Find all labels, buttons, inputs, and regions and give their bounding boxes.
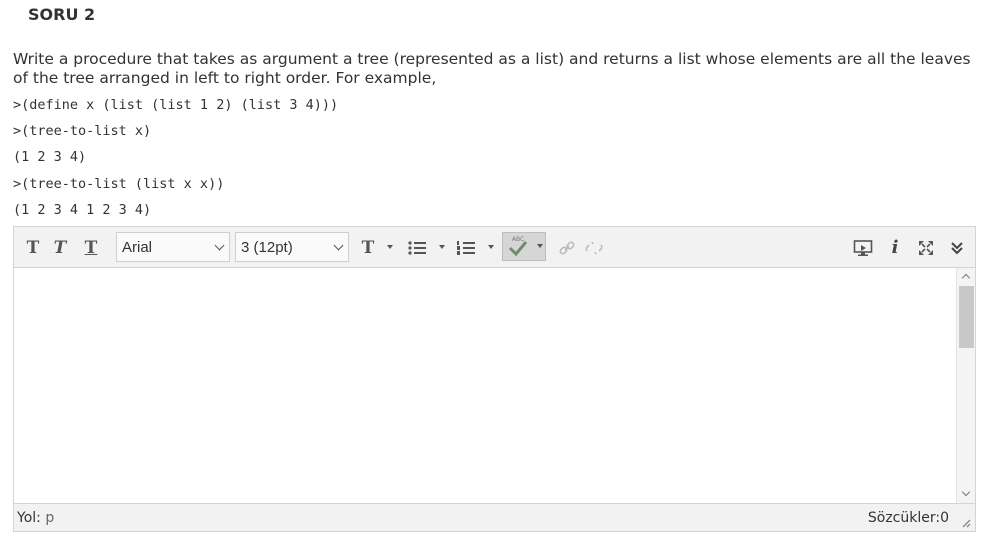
- question-title: SORU 2: [28, 5, 96, 24]
- dropdown-arrow-icon[interactable]: [439, 245, 445, 249]
- scroll-down-icon[interactable]: [961, 487, 971, 497]
- expand-toolbar-icon[interactable]: [946, 234, 968, 261]
- editor-statusbar: Yol: p Sözcükler:0: [14, 503, 975, 531]
- numbered-list-icon[interactable]: [454, 234, 478, 261]
- info-icon[interactable]: i: [885, 234, 905, 261]
- dropdown-arrow-icon[interactable]: [488, 245, 494, 249]
- link-icon[interactable]: [556, 234, 578, 261]
- spellcheck-button[interactable]: ABC: [502, 232, 546, 261]
- spellcheck-icon: ABC: [508, 236, 528, 257]
- code-line: >(tree-to-list x): [13, 123, 152, 139]
- fullscreen-icon[interactable]: [915, 234, 937, 261]
- word-count: Sözcükler:0: [867, 510, 949, 526]
- spellcheck-label: ABC: [512, 236, 524, 243]
- scroll-up-icon[interactable]: [961, 273, 971, 283]
- rich-text-editor: T T T Arial 3 (12pt) T ABC i Yol: p Sözc…: [13, 226, 976, 532]
- question-text: Write a procedure that takes as argument…: [13, 50, 971, 87]
- unlink-icon[interactable]: [583, 234, 605, 261]
- resize-grip-icon[interactable]: [959, 516, 971, 528]
- editor-content-area[interactable]: [14, 268, 975, 503]
- bold-icon[interactable]: T: [23, 234, 43, 261]
- scroll-thumb[interactable]: [959, 286, 974, 348]
- preview-icon[interactable]: [851, 234, 875, 261]
- chevron-down-icon: [214, 240, 225, 251]
- element-path: Yol: p: [17, 510, 54, 526]
- font-family-value: Arial: [122, 238, 153, 256]
- editor-toolbar: T T T Arial 3 (12pt) T ABC i: [14, 227, 975, 268]
- code-line: (1 2 3 4): [13, 149, 87, 165]
- path-value[interactable]: p: [45, 510, 54, 526]
- dropdown-arrow-icon[interactable]: [537, 244, 543, 248]
- editor-scrollbar[interactable]: [956, 268, 975, 503]
- bullet-list-icon[interactable]: [405, 234, 429, 261]
- font-size-select[interactable]: 3 (12pt): [235, 232, 349, 262]
- italic-icon[interactable]: T: [50, 234, 70, 261]
- underline-icon[interactable]: T: [81, 234, 101, 261]
- text-color-icon[interactable]: T: [357, 234, 379, 261]
- font-family-select[interactable]: Arial: [116, 232, 230, 262]
- code-line: (1 2 3 4 1 2 3 4): [13, 202, 152, 218]
- path-label: Yol:: [17, 510, 41, 526]
- code-line: >(tree-to-list (list x x)): [13, 176, 225, 192]
- code-line: >(define x (list (list 1 2) (list 3 4))): [13, 97, 339, 113]
- info-glyph: i: [891, 237, 899, 258]
- font-size-value: 3 (12pt): [241, 238, 293, 256]
- dropdown-arrow-icon[interactable]: [387, 245, 393, 249]
- chevron-down-icon: [333, 240, 344, 251]
